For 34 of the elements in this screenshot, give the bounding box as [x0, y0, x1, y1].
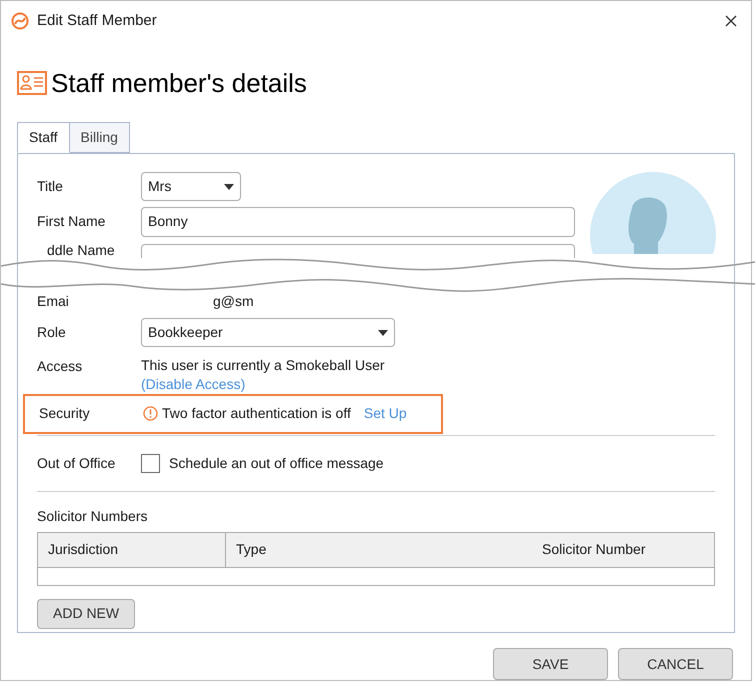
caret-icon: [378, 330, 388, 336]
cancel-button[interactable]: CANCEL: [618, 648, 733, 680]
tab[interactable]: Staff: [17, 122, 70, 153]
field-label: ddle Name: [46, 242, 116, 258]
field-label: Title: [37, 177, 64, 196]
window-title: Edit Staff Member: [37, 10, 157, 31]
access-status-text: This user is currently a Smokeball User: [141, 356, 385, 375]
save-button[interactable]: SAVE: [493, 648, 608, 680]
caret-icon: [224, 184, 234, 190]
field-label: Security: [39, 404, 91, 424]
field-label: First Name: [37, 212, 106, 232]
column-header: Jurisdiction: [38, 532, 226, 567]
field-label: Role: [37, 323, 67, 342]
field-label: Out of Office: [37, 454, 116, 473]
checkbox[interactable]: [141, 454, 160, 473]
field-label: Access: [37, 356, 84, 376]
field-label: Emai: [37, 292, 70, 309]
add-new-button[interactable]: ADD NEW: [37, 598, 136, 629]
logo-icon: [11, 12, 29, 30]
warning-icon: [143, 406, 158, 422]
title-dropdown[interactable]: Mrs: [141, 172, 241, 202]
text-field[interactable]: [141, 244, 575, 258]
email-value: g@sm: [213, 292, 254, 309]
role-dropdown[interactable]: Bookkeeper: [141, 318, 395, 348]
checkbox-label: Schedule an out of office message: [169, 454, 384, 473]
section-title: Solicitor Numbers: [37, 506, 148, 526]
column-header: Solicitor Number: [541, 540, 646, 560]
security-status-text: Two factor authentication is off: [162, 404, 351, 424]
column-header: Type: [235, 540, 268, 560]
tab[interactable]: Billing: [70, 122, 130, 153]
close-icon[interactable]: [725, 14, 737, 27]
id-card-icon: [17, 71, 47, 96]
page-heading: Staff member's details: [51, 66, 307, 100]
text-field[interactable]: Bonny: [141, 206, 575, 237]
